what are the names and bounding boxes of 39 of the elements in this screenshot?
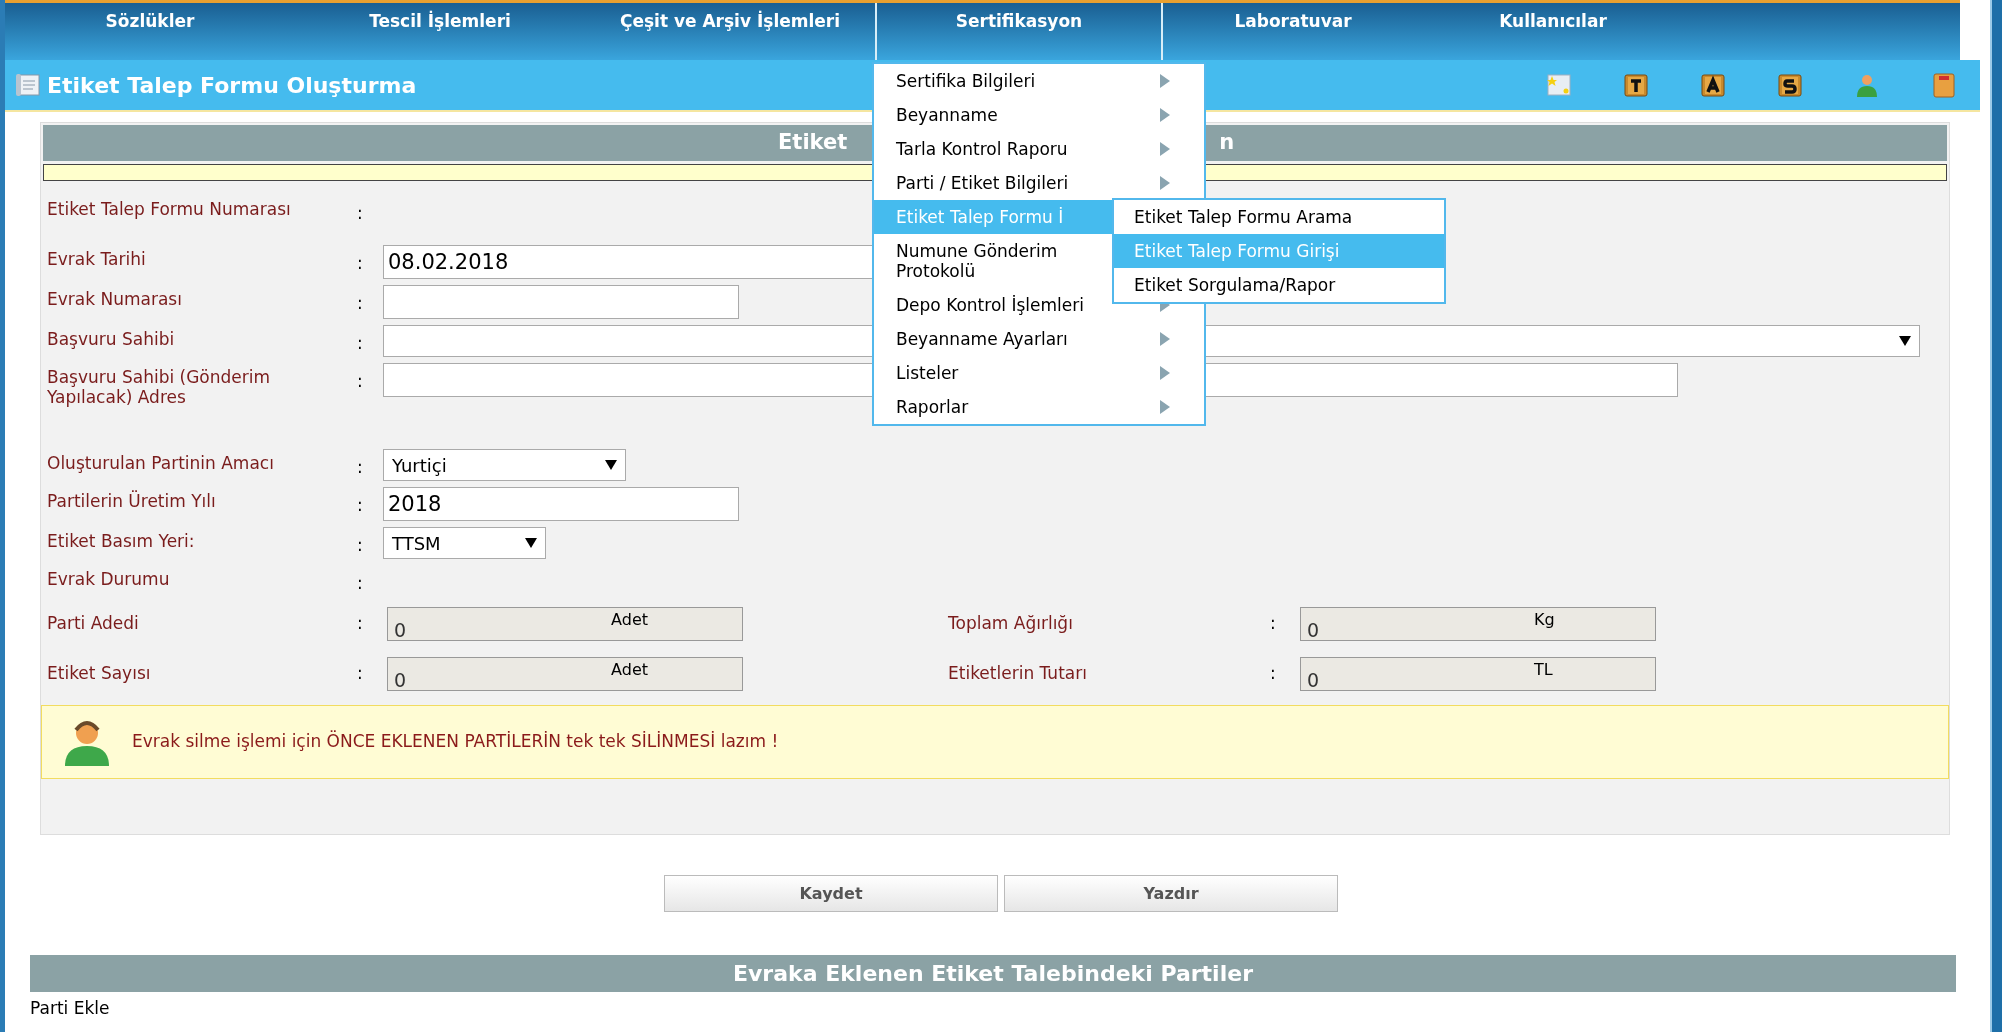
colon: : — [357, 611, 364, 635]
unit-label: Adet — [611, 608, 649, 631]
unit-label: Adet — [611, 658, 649, 681]
field-label: Etiket Sayısı — [47, 661, 152, 685]
colon: : — [357, 370, 364, 393]
colon: : — [357, 292, 364, 315]
unit-label: Kg — [1534, 608, 1555, 631]
field-label: Evrak Tarihi — [47, 248, 147, 269]
field-value: 0 — [394, 617, 407, 643]
field-label: Parti Adedi — [47, 611, 140, 635]
unit-label: TL — [1534, 658, 1553, 681]
field-label: Etiket Talep Formu Numarası — [47, 198, 292, 219]
field-value: 0 — [394, 667, 407, 693]
colon: : — [357, 332, 364, 355]
warning-message: Evrak silme işlemi için ÖNCE EKLENEN PARTİLERİN tek tek SİLİNMESİ lazım ! — [132, 729, 779, 753]
field-label: Başvuru Sahibi — [47, 328, 176, 349]
colon: : — [357, 534, 364, 557]
colon: : — [357, 494, 364, 517]
field-label: Toplam Ağırlığı — [948, 611, 1074, 635]
field-label: Başvuru Sahibi (Gönderim Yapılacak) Adres — [47, 366, 272, 407]
field-label: Etiketlerin Tutarı — [948, 661, 1088, 685]
field-label: Evrak Durumu — [47, 568, 171, 589]
field-value: 0 — [1307, 617, 1320, 643]
colon: : — [357, 572, 364, 595]
field-label: Evrak Numarası — [47, 288, 183, 309]
section-header: Evraka Eklenen Etiket Talebindeki Partiler — [30, 955, 1956, 992]
panel-title: Etiket — [778, 129, 848, 157]
field-value: 0 — [1307, 667, 1320, 693]
page-title: Etiket Talep Formu Oluşturma — [47, 71, 417, 100]
field-label: Oluşturulan Partinin Amacı — [47, 452, 275, 473]
field-label: Partilerin Üretim Yılı — [47, 489, 217, 511]
field-label: Etiket Basım Yeri: — [47, 530, 196, 551]
colon: : — [357, 456, 364, 479]
colon: : — [357, 202, 364, 225]
colon: : — [1270, 661, 1277, 685]
colon: : — [357, 661, 364, 685]
panel-title: n — [1219, 129, 1235, 157]
colon: : — [357, 252, 364, 275]
colon: : — [1270, 611, 1277, 635]
